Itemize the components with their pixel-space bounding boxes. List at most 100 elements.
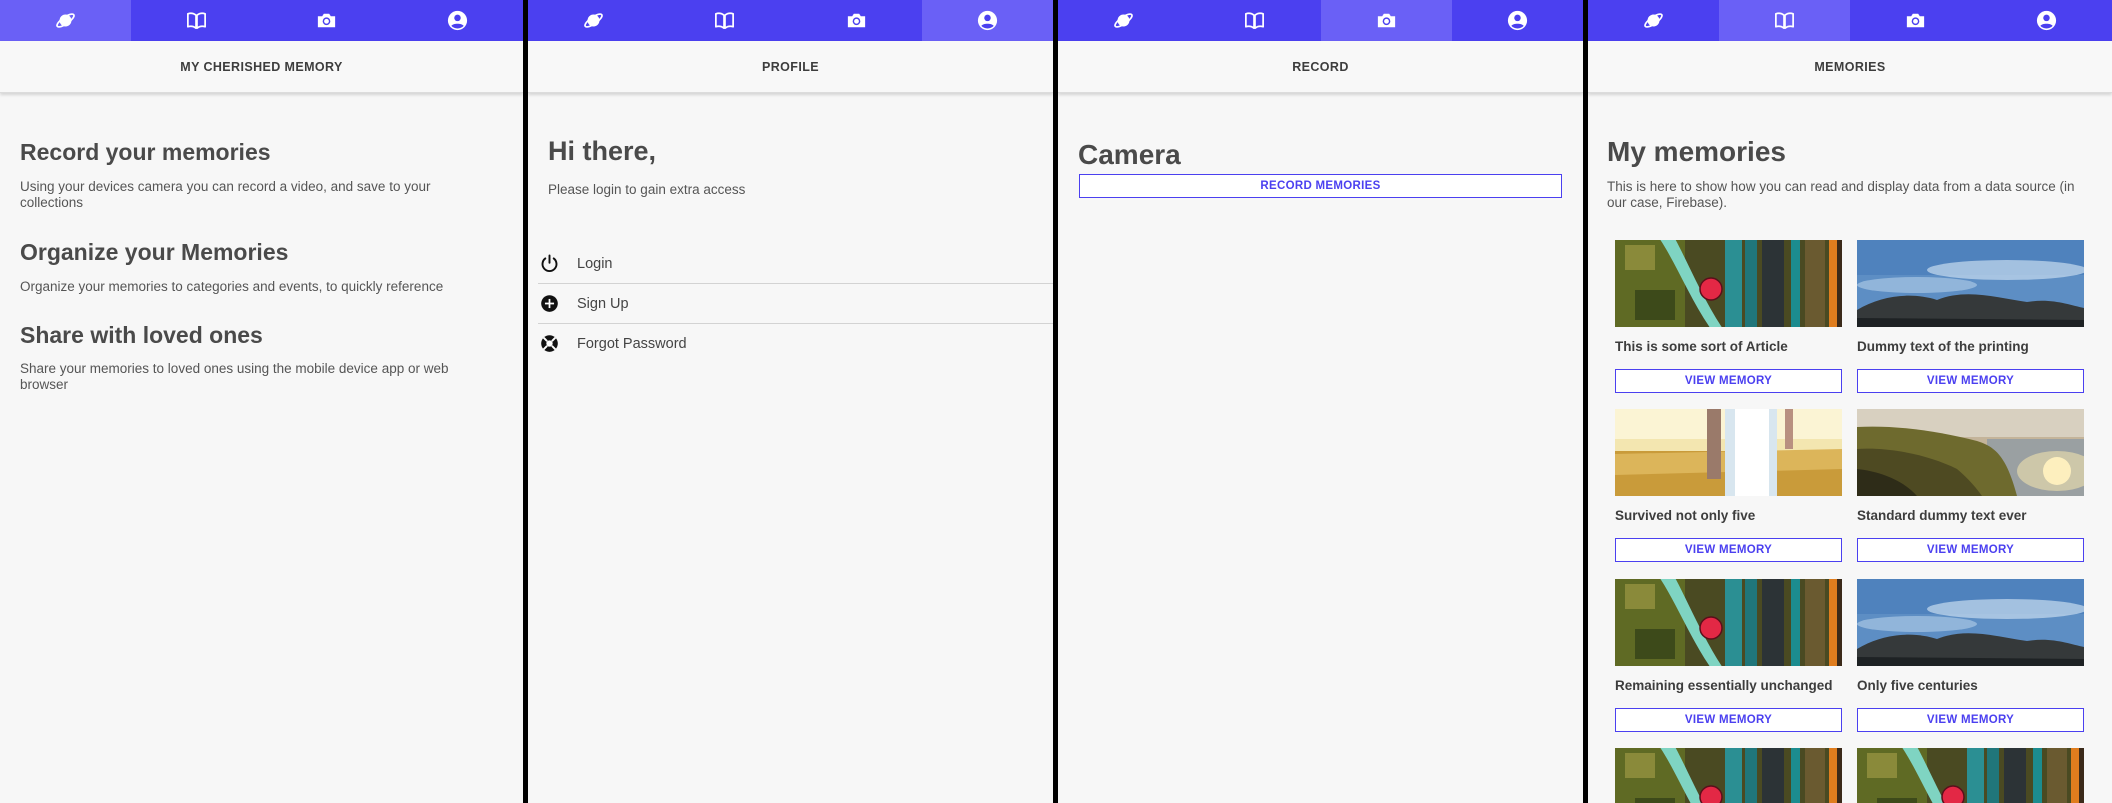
account-icon <box>446 9 469 32</box>
tab-memories[interactable] <box>1719 0 1850 41</box>
memory-card: Dummy text of the printing VIEW MEMORY <box>1857 240 2084 393</box>
profile-content: Hi there, Please login to gain extra acc… <box>528 93 1053 803</box>
view-memory-button[interactable]: VIEW MEMORY <box>1857 369 2084 393</box>
memory-card <box>1857 748 2084 803</box>
login-item[interactable]: Login <box>538 244 1053 284</box>
field-image[interactable] <box>1615 409 1842 496</box>
toolbar: MEMORIES <box>1588 41 2112 93</box>
memories-heading: My memories <box>1607 136 1786 167</box>
tab-memories[interactable] <box>659 0 790 41</box>
forgot-password-item[interactable]: Forgot Password <box>538 324 1053 363</box>
toolbar: RECORD <box>1058 41 1583 93</box>
camera-icon <box>845 9 868 32</box>
planet-icon <box>582 9 605 32</box>
view-memory-button[interactable]: VIEW MEMORY <box>1857 708 2084 732</box>
tab-home[interactable] <box>528 0 659 41</box>
camera-icon <box>1375 9 1398 32</box>
memory-card: Survived not only five VIEW MEMORY <box>1615 409 1842 562</box>
greeting: Hi there, <box>548 136 657 166</box>
bike-image[interactable] <box>1857 748 2084 803</box>
sky-image[interactable] <box>1857 579 2084 666</box>
planet-icon <box>1112 9 1135 32</box>
section-text: Using your devices camera you can record… <box>20 179 431 210</box>
memories-screen: MEMORIES My memories This is here to sho… <box>1588 0 2112 803</box>
tab-record[interactable] <box>791 0 922 41</box>
view-memory-button[interactable]: VIEW MEMORY <box>1615 369 1842 393</box>
account-icon <box>2035 9 2058 32</box>
help-buoy-icon <box>538 333 560 355</box>
tab-record[interactable] <box>1320 0 1452 41</box>
menu-label: Sign Up <box>577 295 629 312</box>
record-screen: RECORD Camera RECORD MEMORIES <box>1058 0 1583 803</box>
account-icon <box>976 9 999 32</box>
book-icon <box>1773 9 1796 32</box>
book-icon <box>713 9 736 32</box>
screenshot-strip: MY CHERISHED MEMORY Record your memories… <box>0 0 2112 803</box>
view-memory-button[interactable]: VIEW MEMORY <box>1615 538 1842 562</box>
memory-card: Remaining essentially unchanged VIEW MEM… <box>1615 579 1842 732</box>
menu-label: Forgot Password <box>577 335 687 352</box>
tab-memories[interactable] <box>131 0 262 41</box>
memory-card: Only five centuries VIEW MEMORY <box>1857 579 2084 732</box>
toolbar: MY CHERISHED MEMORY <box>0 41 523 93</box>
memory-title: Remaining essentially unchanged <box>1615 678 1833 693</box>
memory-title: Survived not only five <box>1615 508 1756 523</box>
page-title: RECORD <box>1292 59 1349 74</box>
toolbar: PROFILE <box>528 41 1053 93</box>
memory-title: Dummy text of the printing <box>1857 339 2029 354</box>
tab-bar <box>1588 0 2112 41</box>
camera-heading: Camera <box>1078 139 1181 170</box>
book-icon <box>1243 9 1266 32</box>
memory-title: This is some sort of Article <box>1615 339 1788 354</box>
profile-screen: PROFILE Hi there, Please login to gain e… <box>528 0 1053 803</box>
account-icon <box>1506 9 1529 32</box>
tab-memories[interactable] <box>1189 0 1320 41</box>
add-circle-icon <box>538 293 560 315</box>
auth-menu: Login Sign Up Forgot Password <box>528 244 1053 363</box>
bike-image[interactable] <box>1615 579 1842 666</box>
memory-card: Standard dummy text ever VIEW MEMORY <box>1857 409 2084 562</box>
record-memories-button[interactable]: RECORD MEMORIES <box>1079 174 1562 198</box>
memories-subtitle: This is here to show how you can read an… <box>1607 179 2075 210</box>
book-icon <box>185 9 208 32</box>
page-title: MEMORIES <box>1814 59 1886 74</box>
sign-up-item[interactable]: Sign Up <box>538 284 1053 324</box>
camera-icon <box>315 9 338 32</box>
section-text: Organize your memories to categories and… <box>20 279 444 294</box>
view-memory-button[interactable]: VIEW MEMORY <box>1857 538 2084 562</box>
tab-home[interactable] <box>0 0 131 41</box>
tab-record[interactable] <box>1850 0 1981 41</box>
tab-bar <box>1058 0 1583 41</box>
tab-home[interactable] <box>1588 0 1719 41</box>
memory-title: Only five centuries <box>1857 678 1978 693</box>
tab-profile[interactable] <box>921 0 1053 41</box>
tab-profile[interactable] <box>392 0 523 41</box>
coast-image[interactable] <box>1857 409 2084 496</box>
section-heading: Organize your Memories <box>20 239 289 265</box>
memory-title: Standard dummy text ever <box>1857 508 2027 523</box>
home-content: Record your memories Using your devices … <box>0 93 523 803</box>
tab-bar <box>0 0 523 41</box>
power-icon <box>538 253 560 275</box>
section-text: Share your memories to loved ones using … <box>20 361 449 392</box>
bike-image[interactable] <box>1615 748 1842 803</box>
page-title: PROFILE <box>762 59 819 74</box>
tab-profile[interactable] <box>1452 0 1583 41</box>
memories-content: My memories This is here to show how you… <box>1588 93 2112 803</box>
planet-icon <box>1642 9 1665 32</box>
home-screen: MY CHERISHED MEMORY Record your memories… <box>0 0 523 803</box>
memory-card <box>1615 748 1842 803</box>
menu-label: Login <box>577 255 613 272</box>
tab-home[interactable] <box>1058 0 1189 41</box>
section-heading: Record your memories <box>20 139 271 165</box>
login-hint: Please login to gain extra access <box>548 182 746 197</box>
sky-image[interactable] <box>1857 240 2084 327</box>
page-title: MY CHERISHED MEMORY <box>180 59 343 74</box>
view-memory-button[interactable]: VIEW MEMORY <box>1615 708 1842 732</box>
record-content: Camera RECORD MEMORIES <box>1058 93 1583 803</box>
bike-image[interactable] <box>1615 240 1842 327</box>
tab-record[interactable] <box>262 0 393 41</box>
tab-profile[interactable] <box>1981 0 2112 41</box>
memory-card: This is some sort of Article VIEW MEMORY <box>1615 240 1842 393</box>
planet-icon <box>54 9 77 32</box>
